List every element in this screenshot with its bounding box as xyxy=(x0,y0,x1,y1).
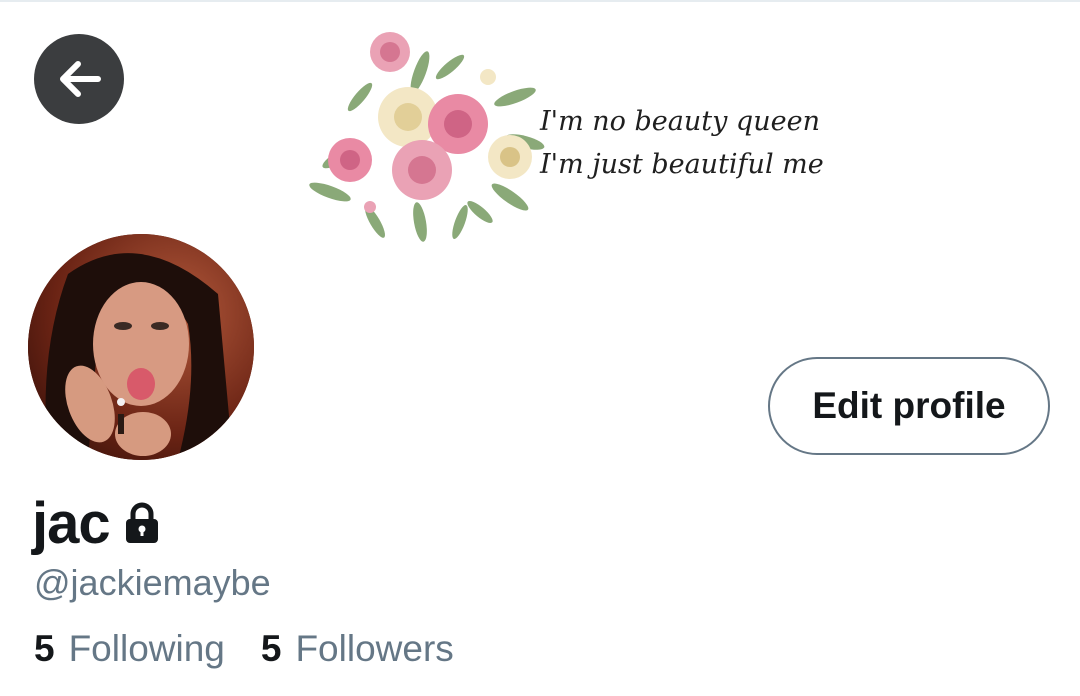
following-label: Following xyxy=(68,628,225,669)
avatar[interactable] xyxy=(28,234,254,460)
display-name: jac xyxy=(32,490,111,556)
back-button[interactable] xyxy=(34,34,124,124)
followers-link[interactable]: 5 Followers xyxy=(261,628,454,670)
profile-name-row: jac xyxy=(32,488,164,558)
top-divider xyxy=(0,0,1080,2)
arrow-left-icon xyxy=(60,61,101,97)
banner-quote: I'm no beauty queen I'm just beautiful m… xyxy=(540,100,840,186)
rose-bouquet-image xyxy=(309,32,545,242)
following-link[interactable]: 5 Following xyxy=(34,628,225,670)
lock-icon xyxy=(120,501,164,545)
profile-handle: @jackiemaybe xyxy=(34,562,271,603)
header-banner[interactable]: I'm no beauty queen I'm just beautiful m… xyxy=(300,22,840,242)
followers-label: Followers xyxy=(295,628,454,669)
banner-quote-line1: I'm no beauty queen xyxy=(540,106,820,137)
edit-profile-button[interactable]: Edit profile xyxy=(768,357,1050,455)
followers-count: 5 xyxy=(260,628,282,669)
following-count: 5 xyxy=(34,628,55,669)
banner-quote-line2: I'm just beautiful me xyxy=(540,149,824,180)
follow-stats: 5 Following 5 Followers xyxy=(34,628,490,670)
avatar-photo xyxy=(28,234,254,460)
